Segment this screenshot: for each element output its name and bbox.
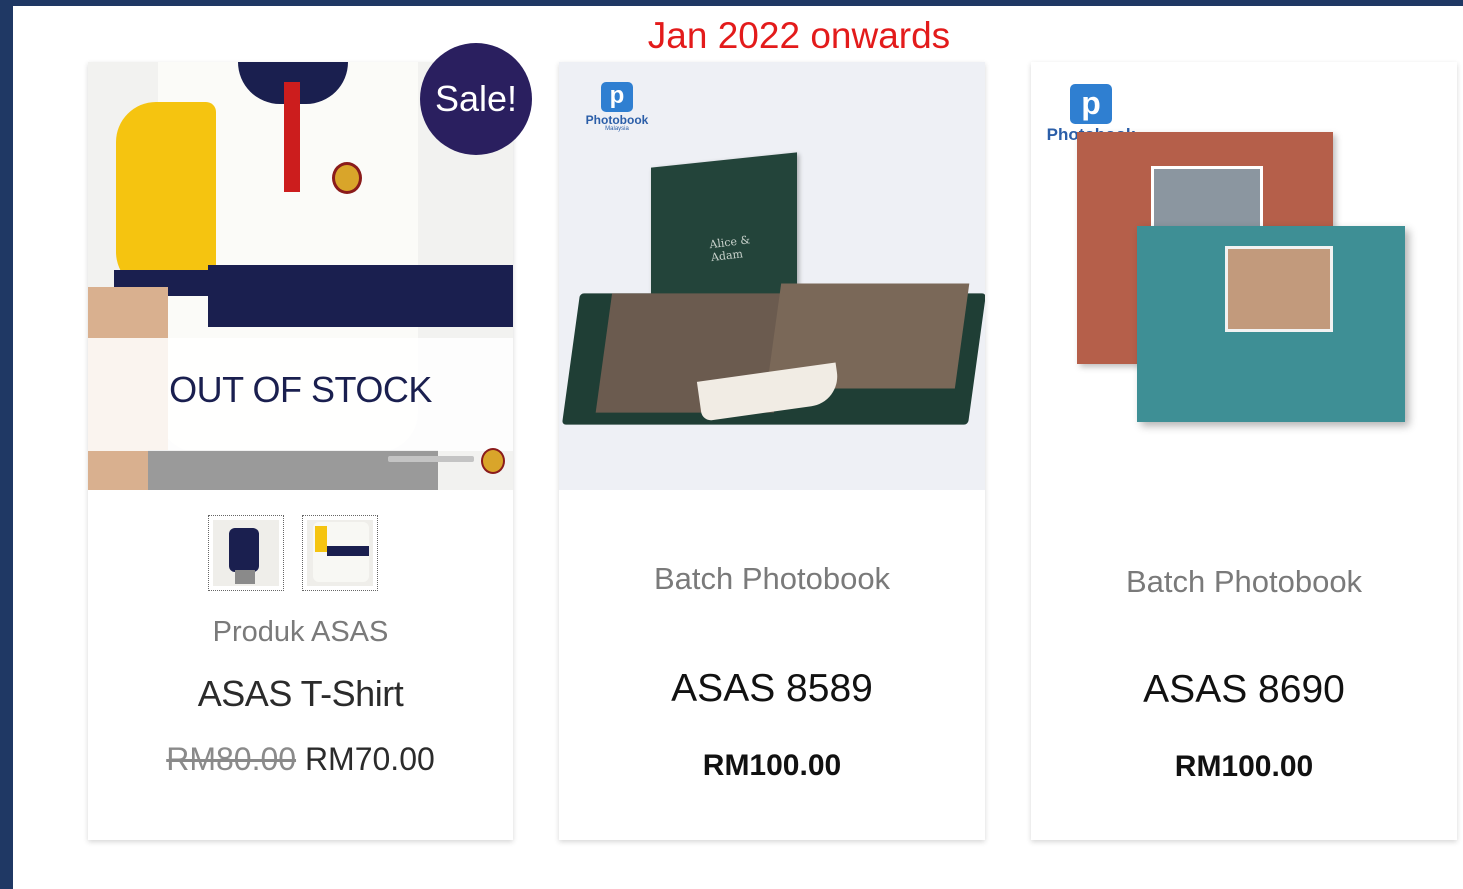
product-image-photobook-teal[interactable]: p Photobook [1031, 62, 1457, 490]
product-card-asas-tshirt[interactable]: OUT OF STOCK Produk ASAS ASAS T-Shirt RM… [88, 62, 513, 840]
top-border [0, 0, 1463, 6]
product-title[interactable]: ASAS T-Shirt [88, 672, 513, 716]
sale-badge: Sale! [420, 43, 532, 155]
product-category[interactable]: Batch Photobook [559, 559, 985, 599]
product-card-asas-8690[interactable]: p Photobook Batch Photobook ASAS 8690 RM… [1031, 62, 1457, 840]
product-title[interactable]: ASAS 8589 [559, 666, 985, 712]
watermark-logo-icon [481, 448, 505, 474]
thumbnail-gallery [208, 515, 382, 595]
product-title[interactable]: ASAS 8690 [1031, 667, 1457, 713]
date-banner: Jan 2022 onwards [647, 15, 951, 56]
out-of-stock-label: OUT OF STOCK [169, 369, 432, 410]
product-image-photobook-green[interactable]: p Photobook Malaysia Alice & Adam [559, 62, 985, 490]
crest-icon [332, 162, 362, 194]
photobook-logo-icon: p [1070, 84, 1112, 124]
thumbnail-shirt-front[interactable] [302, 515, 378, 591]
product-category[interactable]: Batch Photobook [1031, 562, 1457, 602]
original-price: RM80.00 [166, 741, 297, 777]
product-card-asas-8589[interactable]: p Photobook Malaysia Alice & Adam Batch … [559, 62, 985, 840]
product-price: RM100.00 [702, 749, 842, 782]
left-border [0, 0, 13, 889]
watermark-text [388, 456, 474, 462]
sale-price: RM70.00 [304, 741, 435, 777]
product-price: RM100.00 [1174, 750, 1314, 783]
product-price: RM80.00 RM70.00 [88, 738, 513, 780]
photobook-logo: p Photobook Malaysia [585, 82, 649, 132]
thumbnail-shirt-back[interactable] [208, 515, 284, 591]
photobook-logo-icon: p [601, 82, 633, 112]
product-category[interactable]: Produk ASAS [88, 612, 513, 652]
